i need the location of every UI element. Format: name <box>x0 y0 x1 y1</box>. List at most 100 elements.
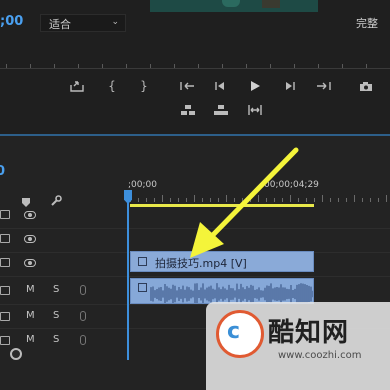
ruler-tick <box>250 198 251 202</box>
track-header-v2 <box>0 228 128 252</box>
timeline-ruler[interactable]: ;00;00 00;00;04;29 <box>128 176 390 204</box>
ruler-tick <box>194 195 195 202</box>
scale-tick <box>342 64 343 68</box>
extract-icon[interactable] <box>210 100 232 120</box>
step-forward-icon[interactable] <box>278 76 300 96</box>
track-header-a1: M S <box>0 280 128 304</box>
scale-tick <box>174 64 175 68</box>
scale-tick <box>6 64 7 68</box>
ruler-tick <box>210 198 211 202</box>
ruler-tick <box>338 198 339 202</box>
ruler-tick <box>314 198 315 202</box>
export-frame-icon[interactable] <box>66 76 88 96</box>
scale-tick <box>294 64 295 68</box>
eye-icon[interactable] <box>24 211 36 219</box>
ruler-tick <box>354 195 355 202</box>
monitor-timeline-scale[interactable] <box>0 60 390 69</box>
solo-button[interactable]: S <box>53 284 59 295</box>
trim-icon[interactable] <box>244 100 266 120</box>
mute-button[interactable]: M <box>26 334 35 345</box>
mark-out-icon[interactable]: } <box>133 76 155 96</box>
mark-in-icon[interactable]: { <box>101 76 123 96</box>
fit-select[interactable]: 适合 ⌄ <box>40 14 126 32</box>
ruler-tick <box>266 198 267 202</box>
toggle-sync-lock-icon[interactable] <box>0 336 10 345</box>
fx-badge-icon <box>138 283 147 292</box>
scale-tick <box>246 64 247 68</box>
step-back-icon[interactable] <box>210 76 232 96</box>
go-to-out-icon[interactable] <box>312 76 334 96</box>
program-monitor: ;00 适合 ⌄ 完整 { } <box>0 0 390 136</box>
mute-button[interactable]: M <box>26 310 35 321</box>
audio-waveform <box>150 283 313 303</box>
scale-tick <box>30 64 31 68</box>
timeline-timecode[interactable]: 0 <box>0 164 5 179</box>
ruler-tick <box>218 198 219 202</box>
eye-icon[interactable] <box>24 235 36 243</box>
ruler-tick <box>290 195 291 202</box>
toggle-sync-lock-icon[interactable] <box>0 286 10 295</box>
chevron-down-icon: ⌄ <box>111 17 119 27</box>
quality-select[interactable]: 完整 <box>356 14 390 32</box>
ruler-tick <box>242 198 243 202</box>
quality-select-value: 完整 <box>356 17 378 30</box>
scale-tick <box>126 64 127 68</box>
watermark-url: www.coozhi.com <box>278 350 362 361</box>
ruler-tick <box>274 198 275 202</box>
monitor-timecode[interactable]: ;00 <box>0 14 23 29</box>
track-header-v1 <box>0 252 128 276</box>
toggle-sync-lock-icon[interactable] <box>0 312 10 321</box>
ruler-tick <box>370 198 371 202</box>
zoom-scroll-handle[interactable] <box>10 348 22 360</box>
ruler-tick <box>378 198 379 202</box>
scale-tick <box>270 64 271 68</box>
ruler-tick <box>386 195 387 202</box>
mic-icon[interactable] <box>80 311 86 321</box>
ruler-tick <box>306 198 307 202</box>
solo-button[interactable]: S <box>53 310 59 321</box>
scale-tick <box>366 64 367 68</box>
ruler-end-label: 00;00;04;29 <box>264 180 319 190</box>
scale-tick <box>54 64 55 68</box>
scale-tick <box>318 64 319 68</box>
video-preview <box>150 0 318 12</box>
ruler-tick <box>362 198 363 202</box>
play-icon[interactable] <box>244 76 266 96</box>
toggle-sync-lock-icon[interactable] <box>0 234 10 243</box>
go-to-in-icon[interactable] <box>177 76 199 96</box>
fx-badge-icon <box>138 257 147 266</box>
lift-icon[interactable] <box>177 100 199 120</box>
track-header-v3 <box>0 204 128 228</box>
ruler-tick <box>146 198 147 202</box>
mic-icon[interactable] <box>80 335 86 345</box>
ruler-tick <box>178 198 179 202</box>
ruler-tick <box>346 198 347 202</box>
track-header-a2: M S <box>0 306 128 330</box>
work-area-bar[interactable] <box>130 204 314 207</box>
ruler-tick <box>330 198 331 202</box>
toggle-sync-lock-icon[interactable] <box>0 258 10 267</box>
watermark-title: 酷知网 <box>268 318 350 348</box>
video-clip-name: 拍摄技巧.mp4 [V] <box>155 257 247 270</box>
solo-button[interactable]: S <box>53 334 59 345</box>
video-clip[interactable]: 拍摄技巧.mp4 [V] <box>130 251 314 272</box>
ruler-tick <box>322 195 323 202</box>
mic-icon[interactable] <box>80 285 86 295</box>
scale-tick <box>150 64 151 68</box>
ruler-tick <box>282 198 283 202</box>
mute-button[interactable]: M <box>26 284 35 295</box>
eye-icon[interactable] <box>24 259 36 267</box>
scale-tick <box>198 64 199 68</box>
coozhi-logo: c <box>216 310 264 358</box>
audio-clip[interactable] <box>130 278 314 304</box>
toggle-sync-lock-icon[interactable] <box>0 210 10 219</box>
ruler-tick <box>258 195 259 202</box>
watermark: c 酷知网 www.coozhi.com <box>206 302 390 390</box>
playhead-line[interactable] <box>127 190 129 360</box>
camera-icon[interactable] <box>355 76 377 96</box>
ruler-start-label: ;00;00 <box>128 180 157 190</box>
scale-tick <box>102 64 103 68</box>
scale-tick <box>78 64 79 68</box>
ruler-tick <box>298 198 299 202</box>
ruler-tick <box>186 198 187 202</box>
